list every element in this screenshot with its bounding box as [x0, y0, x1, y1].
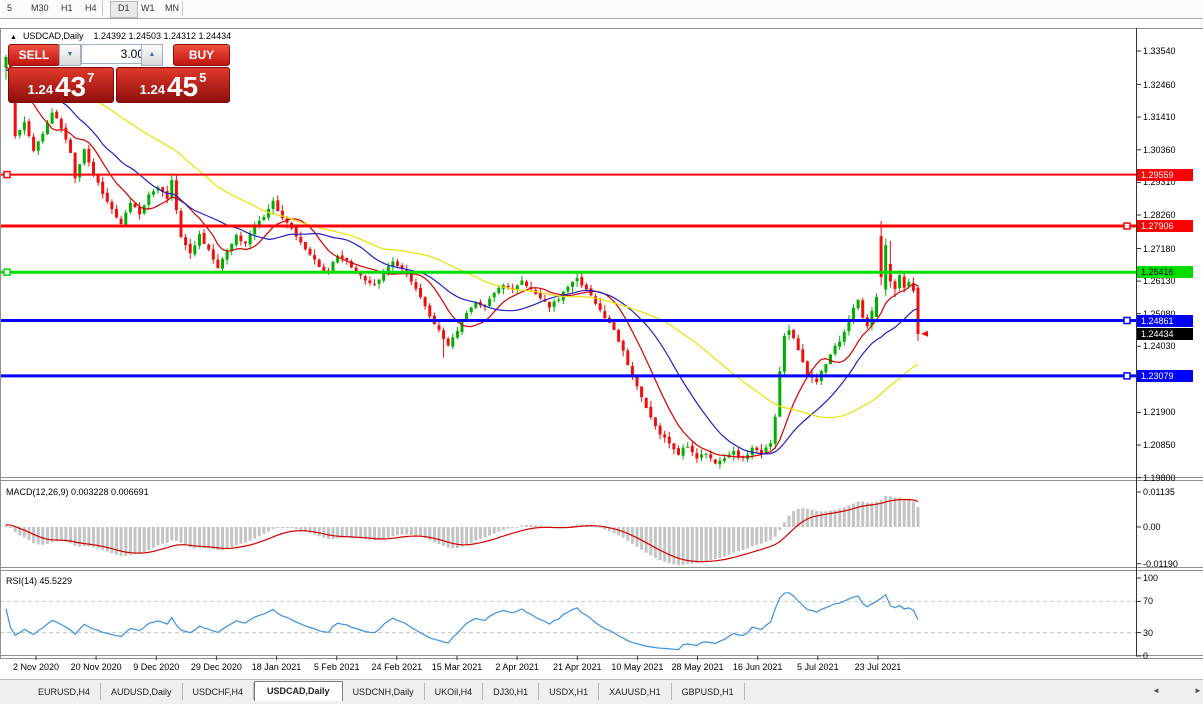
chart-tab-xauusd-h1[interactable]: XAUUSD,H1: [599, 683, 672, 700]
chart-tab-eurusd-h4[interactable]: EURUSD,H4: [28, 683, 102, 700]
chart-tab-usdx-h1[interactable]: USDX,H1: [539, 683, 600, 700]
chart-tab-usdchf-h4[interactable]: USDCHF,H4: [183, 683, 255, 700]
tab-scroll-left-icon[interactable]: ◄: [1152, 686, 1160, 695]
price-line-handle[interactable]: [3, 170, 11, 179]
chart-tab-ukoil-h4[interactable]: UKOil,H4: [425, 683, 484, 700]
price-line-handle[interactable]: [1123, 316, 1131, 325]
price-line-handle[interactable]: [3, 268, 11, 276]
price-line-handle[interactable]: [1123, 372, 1131, 380]
sell-price-quote[interactable]: 1.24 43 7: [8, 67, 114, 103]
price-lines-layer[interactable]: [0, 170, 1136, 380]
sell-price-pip: 7: [87, 70, 95, 85]
chart-tab-gbpusd-h1[interactable]: GBPUSD,H1: [672, 683, 745, 700]
toolbar-separator: [182, 1, 183, 16]
chart-tab-usdcad-daily[interactable]: USDCAD,Daily: [254, 681, 343, 701]
rsi-panel-layer: [0, 592, 1136, 651]
tab-strip: EURUSD,H4 AUDUSD,Daily USDCHF,H4 USDCAD,Dai…: [28, 680, 745, 701]
volume-input[interactable]: [81, 44, 150, 64]
chart-tab-audusd-daily[interactable]: AUDUSD,Daily: [101, 683, 183, 700]
volume-increase-button[interactable]: ▲: [141, 44, 163, 66]
chevron-down-icon: ▼: [66, 51, 74, 58]
chart-symbol-period: USDCAD,Daily: [22, 31, 84, 41]
sell-price-main: 43: [54, 71, 87, 102]
chart-ohlc-values: 1.24392 1.24503 1.24312 1.24434: [93, 31, 232, 41]
chart-tab-usdcnh-daily[interactable]: USDCNH,Daily: [343, 683, 425, 700]
timeframe-toolbar: 5 M30 H1 H4 D1 W1 MN: [0, 0, 1203, 19]
buy-price-prefix: 1.24: [139, 82, 165, 97]
timeframe-button-5[interactable]: 5: [0, 1, 19, 16]
timeframe-button-h1[interactable]: H1: [54, 1, 80, 16]
buy-price-main: 45: [166, 71, 199, 102]
sell-button[interactable]: SELL: [8, 44, 60, 66]
panel-borders: [0, 28, 1203, 660]
trading-terminal: 5 M30 H1 H4 D1 W1 MN ▲ USDCAD,Daily 1.24392 1.24…: [0, 0, 1203, 704]
rsi-indicator-label: RSI(14) 45.5229: [6, 576, 73, 586]
macd-indicator-label: MACD(12,26,9) 0.003228 0.006691: [6, 487, 149, 497]
buy-button[interactable]: BUY: [173, 44, 230, 66]
collapse-panel-icon[interactable]: ▲: [10, 34, 17, 41]
chart-tab-dj30-h1[interactable]: DJ30,H1: [483, 683, 540, 700]
chevron-up-icon: ▲: [148, 51, 156, 58]
chart-tab-bar: EURUSD,H4 AUDUSD,Daily USDCHF,H4 USDCAD,Dai…: [0, 679, 1203, 704]
buy-price-pip: 5: [199, 70, 207, 85]
timeframe-button-h4[interactable]: H4: [78, 1, 104, 16]
current-price-marker: [921, 330, 928, 337]
candlestick-chart-canvas[interactable]: [0, 0, 1203, 704]
one-click-trade-panel: SELL ▼ ▲ BUY 1.24 43 7 1.24 45 5: [8, 44, 230, 103]
timeframe-button-m30[interactable]: M30: [24, 1, 56, 16]
tab-scroll-right-icon[interactable]: ►: [1194, 686, 1202, 695]
ma-slow-line: [5, 72, 919, 419]
buy-price-quote[interactable]: 1.24 45 5: [116, 67, 230, 103]
volume-decrease-button[interactable]: ▼: [59, 44, 81, 66]
sell-price-prefix: 1.24: [27, 82, 53, 97]
toolbar-separator: [102, 1, 103, 16]
price-line-handle[interactable]: [1123, 222, 1131, 230]
chart-title: ▲ USDCAD,Daily 1.24392 1.24503 1.24312 1.2…: [10, 31, 231, 41]
macd-panel-layer: [4, 496, 920, 566]
